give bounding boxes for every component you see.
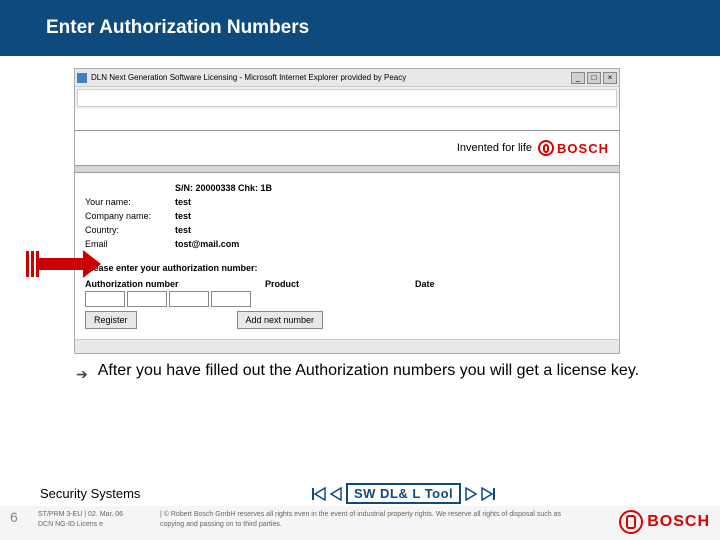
bullet-text: After you have filled out the Authorizat… xyxy=(98,360,639,385)
window-title: DLN Next Generation Software Licensing -… xyxy=(91,73,406,82)
last-icon[interactable] xyxy=(480,487,496,501)
next-icon[interactable] xyxy=(462,487,478,501)
value-company: test xyxy=(175,209,191,223)
auth-segment-2[interactable] xyxy=(127,291,167,307)
auth-table: Authorization number Product Date Regist… xyxy=(75,277,619,339)
footer-logo: BOSCH xyxy=(590,510,710,534)
bosch-ring-icon xyxy=(538,140,554,156)
footer-center-box: SW DL& L Tool xyxy=(346,483,461,504)
footer-left-text: Security Systems xyxy=(40,486,310,501)
footer-copyright: | © Robert Bosch GmbH reserves all right… xyxy=(160,510,580,530)
bullet-arrow-icon: ➔ xyxy=(76,360,88,385)
close-button[interactable]: × xyxy=(603,72,617,84)
window-title-bar: DLN Next Generation Software Licensing -… xyxy=(75,69,619,87)
auth-segment-4[interactable] xyxy=(211,291,251,307)
col-header-auth: Authorization number xyxy=(85,279,265,289)
slide-title-bar: Enter Authorization Numbers xyxy=(0,0,720,56)
col-header-date: Date xyxy=(415,279,515,289)
add-next-button[interactable]: Add next number xyxy=(237,311,324,329)
window-controls: _ □ × xyxy=(571,72,617,84)
status-bar xyxy=(75,339,619,353)
prev-icon[interactable] xyxy=(329,487,345,501)
col-header-product: Product xyxy=(265,279,415,289)
value-email: tost@mail.com xyxy=(175,237,239,251)
browser-window: DLN Next Generation Software Licensing -… xyxy=(74,68,620,354)
auth-input-row xyxy=(85,291,609,307)
label-company: Company name: xyxy=(85,209,175,223)
label-your-name: Your name: xyxy=(85,195,175,209)
divider xyxy=(75,165,619,173)
register-button[interactable]: Register xyxy=(85,311,137,329)
arrow-head-icon xyxy=(83,250,101,278)
serial-number: S/N: 20000338 Chk: 1B xyxy=(175,181,272,195)
page-number: 6 xyxy=(10,510,38,522)
slide-footer: Security Systems SW DL& L Tool 6 ST/PRM … xyxy=(0,483,720,540)
bullet-point: ➔ After you have filled out the Authoriz… xyxy=(76,360,666,385)
value-your-name: test xyxy=(175,195,191,209)
maximize-button[interactable]: □ xyxy=(587,72,601,84)
brand-slogan: Invented for life xyxy=(457,142,532,154)
minimize-button[interactable]: _ xyxy=(571,72,585,84)
brand-name: BOSCH xyxy=(557,141,609,156)
label-email: Email xyxy=(85,237,175,251)
top-strip xyxy=(75,109,619,131)
first-icon[interactable] xyxy=(311,487,327,501)
value-country: test xyxy=(175,223,191,237)
page-content: Invented for life BOSCH S/N: 20000338 Ch… xyxy=(75,109,619,339)
instruction-text: Please enter your authorization number: xyxy=(75,255,619,277)
callout-arrow xyxy=(26,250,101,278)
label-country: Country: xyxy=(85,223,175,237)
footer-meta-left: ST/PRM 3-EU | 02. Mar. 06 DCN NG-ID Lice… xyxy=(38,510,148,530)
address-bar[interactable] xyxy=(77,89,617,107)
app-icon xyxy=(77,73,87,83)
footer-brand-text: BOSCH xyxy=(647,517,710,527)
auth-segment-1[interactable] xyxy=(85,291,125,307)
bosch-ring-icon xyxy=(619,510,643,534)
auth-segment-3[interactable] xyxy=(169,291,209,307)
slide-title: Enter Authorization Numbers xyxy=(46,17,309,39)
info-area: S/N: 20000338 Chk: 1B Your name:test Com… xyxy=(75,173,619,255)
brand-row: Invented for life BOSCH xyxy=(75,131,619,165)
